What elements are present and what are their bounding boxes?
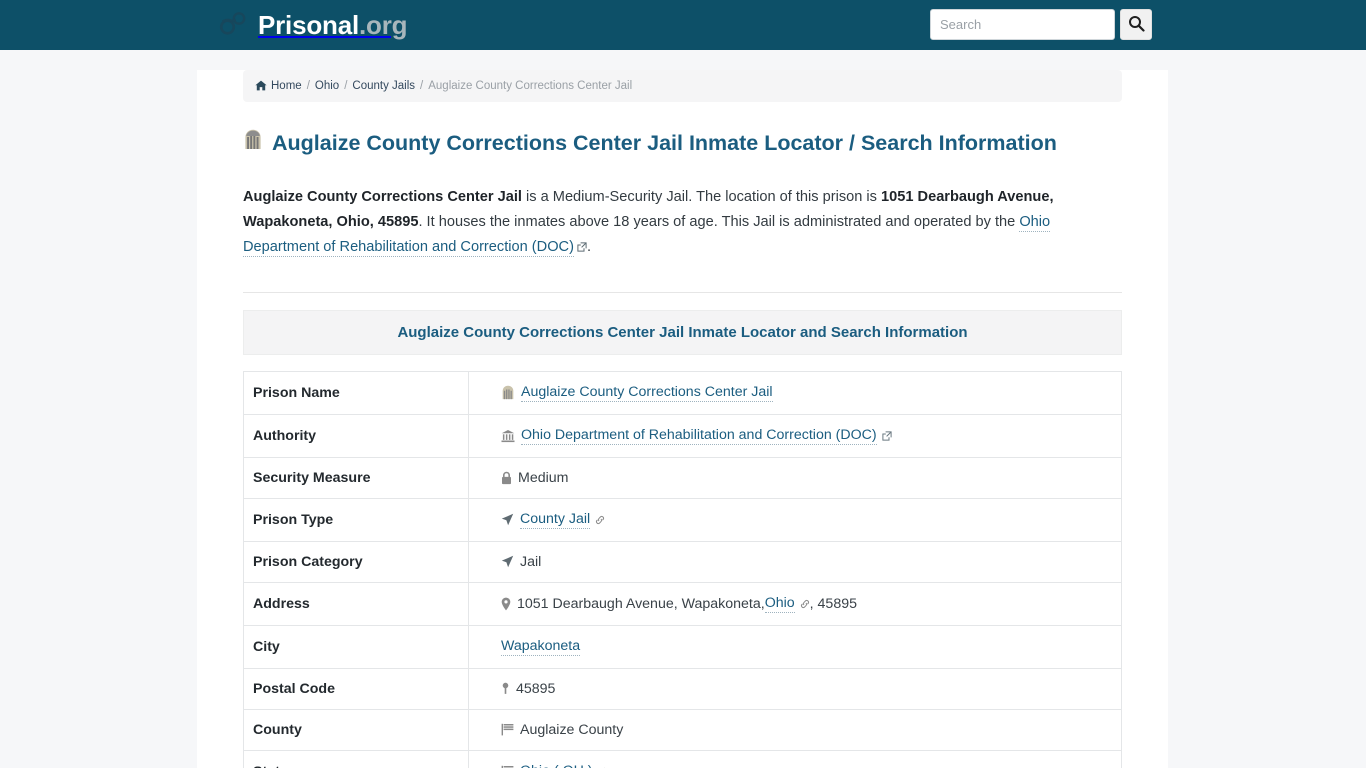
row-value: Auglaize County Corrections Center Jail <box>468 370 1122 415</box>
breadcrumb-item-ohio[interactable]: Ohio <box>315 80 339 92</box>
row-value: Ohio ( OH ) <box>468 749 1122 768</box>
breadcrumb-separator: / <box>420 80 424 92</box>
address-state-link[interactable]: Ohio <box>764 595 795 613</box>
home-icon <box>255 80 267 94</box>
intro-text-3: . <box>586 238 592 255</box>
external-link-icon <box>577 240 587 256</box>
address-value-tail: , 45895 <box>809 595 857 612</box>
row-value: 1051 Dearbaugh Avenue, Wapakoneta, Ohio,… <box>468 581 1122 626</box>
security-measure-value: Medium <box>518 469 569 486</box>
row-key: Security Measure <box>243 456 469 499</box>
bank-icon <box>501 429 515 443</box>
brand-text: Prisonal.org <box>258 10 408 40</box>
breadcrumb-item-current: Auglaize County Corrections Center Jail <box>428 80 633 92</box>
breadcrumb-separator: / <box>306 80 310 92</box>
intro-paragraph: Auglaize County Corrections Center Jail … <box>243 185 1122 260</box>
row-key: City <box>243 624 469 669</box>
location-arrow-icon <box>501 555 514 568</box>
jail-building-icon <box>243 129 263 157</box>
handcuffs-icon <box>218 10 248 41</box>
prison-category-value: Jail <box>520 553 542 570</box>
location-arrow-icon <box>501 513 514 526</box>
row-key: County <box>243 708 469 751</box>
prison-type-link[interactable]: County Jail <box>520 511 591 529</box>
row-value: County Jail <box>468 497 1122 542</box>
search-icon <box>1128 15 1145 35</box>
map-pin-icon <box>501 682 510 695</box>
state-link[interactable]: Ohio ( OH ) <box>520 763 593 768</box>
row-key: Prison Name <box>243 370 469 415</box>
content-container: Home / Ohio / County Jails / Auglaize Co… <box>197 70 1168 768</box>
table-row: Prison Type County Jail <box>243 497 1122 542</box>
header-search <box>930 9 1152 40</box>
search-button[interactable] <box>1120 9 1152 40</box>
row-value: Jail <box>468 540 1122 583</box>
link-icon <box>800 597 810 613</box>
lock-icon <box>501 471 512 485</box>
table-row: Security Measure Medium <box>243 456 1122 499</box>
table-row: State Ohio ( OH ) <box>243 749 1122 768</box>
site-header: Prisonal.org <box>0 0 1366 50</box>
breadcrumb-item-county-jails[interactable]: County Jails <box>352 80 415 92</box>
link-icon <box>595 513 605 529</box>
authority-link[interactable]: Ohio Department of Rehabilitation and Co… <box>521 427 877 445</box>
site-logo-link[interactable]: Prisonal.org <box>218 10 408 41</box>
row-key: Authority <box>243 413 469 458</box>
external-link-icon <box>882 429 892 445</box>
page-title-text: Auglaize County Corrections Center Jail … <box>272 130 1057 155</box>
page-title: Auglaize County Corrections Center Jail … <box>243 129 1122 157</box>
map-pin-icon <box>501 597 511 611</box>
postal-code-value: 45895 <box>516 680 556 697</box>
prison-name-link[interactable]: Auglaize County Corrections Center Jail <box>521 384 773 402</box>
search-input[interactable] <box>930 9 1115 40</box>
breadcrumb: Home / Ohio / County Jails / Auglaize Co… <box>243 70 1122 102</box>
table-row: Postal Code 45895 <box>243 667 1122 710</box>
row-key: Prison Type <box>243 497 469 542</box>
row-value: Medium <box>468 456 1122 499</box>
row-key: Prison Category <box>243 540 469 583</box>
row-value: Ohio Department of Rehabilitation and Co… <box>468 413 1122 458</box>
brand-name: Prisonal <box>258 10 359 40</box>
flag-icon <box>501 723 514 736</box>
table-row: Address 1051 Dearbaugh Avenue, Wapakonet… <box>243 581 1122 626</box>
row-key: Postal Code <box>243 667 469 710</box>
jail-building-icon <box>501 385 515 400</box>
city-link[interactable]: Wapakoneta <box>501 638 581 656</box>
section-divider <box>243 291 1122 293</box>
prison-info-table: Prison Name Auglaize County Corrections … <box>243 370 1122 768</box>
intro-text-2: . It houses the inmates above 18 years o… <box>418 213 1020 230</box>
table-caption: Auglaize County Corrections Center Jail … <box>243 309 1122 355</box>
table-row: Authority Ohio Department of Rehabilitat… <box>243 413 1122 458</box>
row-value: 45895 <box>468 667 1122 710</box>
county-value: Auglaize County <box>520 721 624 738</box>
row-key: State <box>243 749 469 768</box>
table-row: City Wapakoneta <box>243 624 1122 669</box>
table-row: County Auglaize County <box>243 708 1122 751</box>
row-value: Wapakoneta <box>468 624 1122 669</box>
brand-tld: .org <box>359 10 408 40</box>
intro-text-1: is a Medium-Security Jail. The location … <box>521 188 882 205</box>
row-key: Address <box>243 581 469 626</box>
intro-bold-prison-name: Auglaize County Corrections Center Jail <box>243 188 522 205</box>
address-value-head: 1051 Dearbaugh Avenue, Wapakoneta, <box>517 595 765 612</box>
breadcrumb-separator: / <box>344 80 348 92</box>
breadcrumb-item-home[interactable]: Home <box>271 80 302 92</box>
row-value: Auglaize County <box>468 708 1122 751</box>
table-row: Prison Category Jail <box>243 540 1122 583</box>
table-row: Prison Name Auglaize County Corrections … <box>243 370 1122 415</box>
